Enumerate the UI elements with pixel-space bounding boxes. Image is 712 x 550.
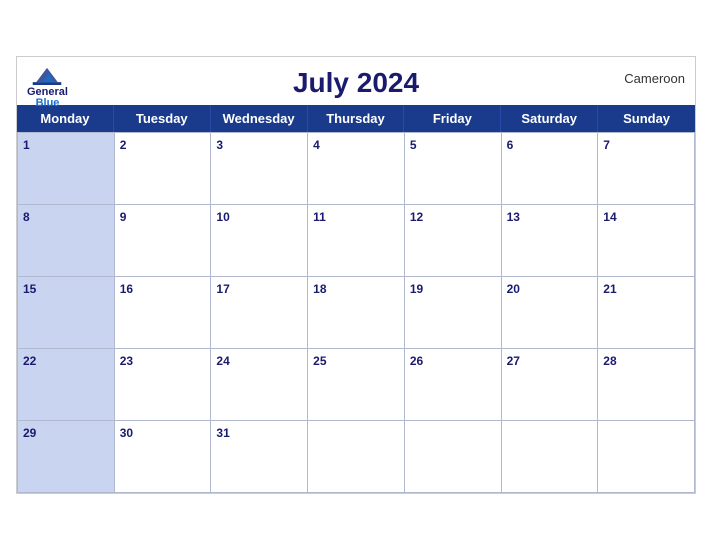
cal-cell: 6 (502, 133, 599, 205)
cal-cell: 25 (308, 349, 405, 421)
cal-cell: 30 (115, 421, 212, 493)
cal-cell (598, 421, 695, 493)
cal-cell: 23 (115, 349, 212, 421)
calendar-country: Cameroon (624, 71, 685, 86)
cal-cell: 13 (502, 205, 599, 277)
date-number: 20 (507, 282, 520, 296)
cal-cell: 2 (115, 133, 212, 205)
date-number: 25 (313, 354, 326, 368)
cal-cell: 7 (598, 133, 695, 205)
cal-cell: 10 (211, 205, 308, 277)
logo-icon (32, 65, 62, 85)
cal-cell: 14 (598, 205, 695, 277)
date-number: 8 (23, 210, 30, 224)
cal-cell: 9 (115, 205, 212, 277)
day-header-sunday: Sunday (598, 105, 695, 132)
date-number: 4 (313, 138, 320, 152)
date-number: 2 (120, 138, 127, 152)
cal-cell: 24 (211, 349, 308, 421)
cal-cell (405, 421, 502, 493)
cal-cell: 27 (502, 349, 599, 421)
date-number: 29 (23, 426, 36, 440)
date-number: 9 (120, 210, 127, 224)
cal-cell: 29 (18, 421, 115, 493)
date-number: 17 (216, 282, 229, 296)
cal-cell: 19 (405, 277, 502, 349)
cal-cell: 31 (211, 421, 308, 493)
date-number: 21 (603, 282, 616, 296)
day-headers-row: MondayTuesdayWednesdayThursdayFridaySatu… (17, 105, 695, 132)
date-number: 16 (120, 282, 133, 296)
cal-cell: 1 (18, 133, 115, 205)
logo-area: General Blue (27, 65, 68, 109)
date-number: 15 (23, 282, 36, 296)
date-number: 5 (410, 138, 417, 152)
cal-cell: 21 (598, 277, 695, 349)
calendar-grid: 1234567891011121314151617181920212223242… (17, 132, 695, 493)
day-header-thursday: Thursday (308, 105, 405, 132)
day-header-wednesday: Wednesday (211, 105, 308, 132)
date-number: 23 (120, 354, 133, 368)
calendar-title: July 2024 (293, 67, 419, 99)
cal-cell: 22 (18, 349, 115, 421)
cal-cell: 4 (308, 133, 405, 205)
cal-cell: 17 (211, 277, 308, 349)
date-number: 26 (410, 354, 423, 368)
cal-cell: 15 (18, 277, 115, 349)
date-number: 30 (120, 426, 133, 440)
cal-cell: 12 (405, 205, 502, 277)
date-number: 14 (603, 210, 616, 224)
cal-cell (308, 421, 405, 493)
cal-cell: 11 (308, 205, 405, 277)
cal-cell: 3 (211, 133, 308, 205)
date-number: 12 (410, 210, 423, 224)
date-number: 27 (507, 354, 520, 368)
date-number: 11 (313, 210, 326, 224)
logo-blue-text: Blue (36, 98, 60, 109)
date-number: 13 (507, 210, 520, 224)
date-number: 31 (216, 426, 229, 440)
date-number: 22 (23, 354, 36, 368)
date-number: 19 (410, 282, 423, 296)
cal-cell: 8 (18, 205, 115, 277)
date-number: 1 (23, 138, 30, 152)
day-header-friday: Friday (404, 105, 501, 132)
date-number: 24 (216, 354, 229, 368)
cal-cell: 5 (405, 133, 502, 205)
date-number: 7 (603, 138, 610, 152)
cal-cell: 20 (502, 277, 599, 349)
cal-cell (502, 421, 599, 493)
day-header-monday: Monday (17, 105, 114, 132)
date-number: 18 (313, 282, 326, 296)
cal-cell: 26 (405, 349, 502, 421)
day-header-tuesday: Tuesday (114, 105, 211, 132)
cal-cell: 18 (308, 277, 405, 349)
cal-cell: 16 (115, 277, 212, 349)
calendar-container: General Blue July 2024 Cameroon MondayTu… (16, 56, 696, 494)
date-number: 28 (603, 354, 616, 368)
date-number: 6 (507, 138, 514, 152)
calendar-header: General Blue July 2024 Cameroon (17, 57, 695, 105)
cal-cell: 28 (598, 349, 695, 421)
day-header-saturday: Saturday (501, 105, 598, 132)
date-number: 10 (216, 210, 229, 224)
date-number: 3 (216, 138, 223, 152)
